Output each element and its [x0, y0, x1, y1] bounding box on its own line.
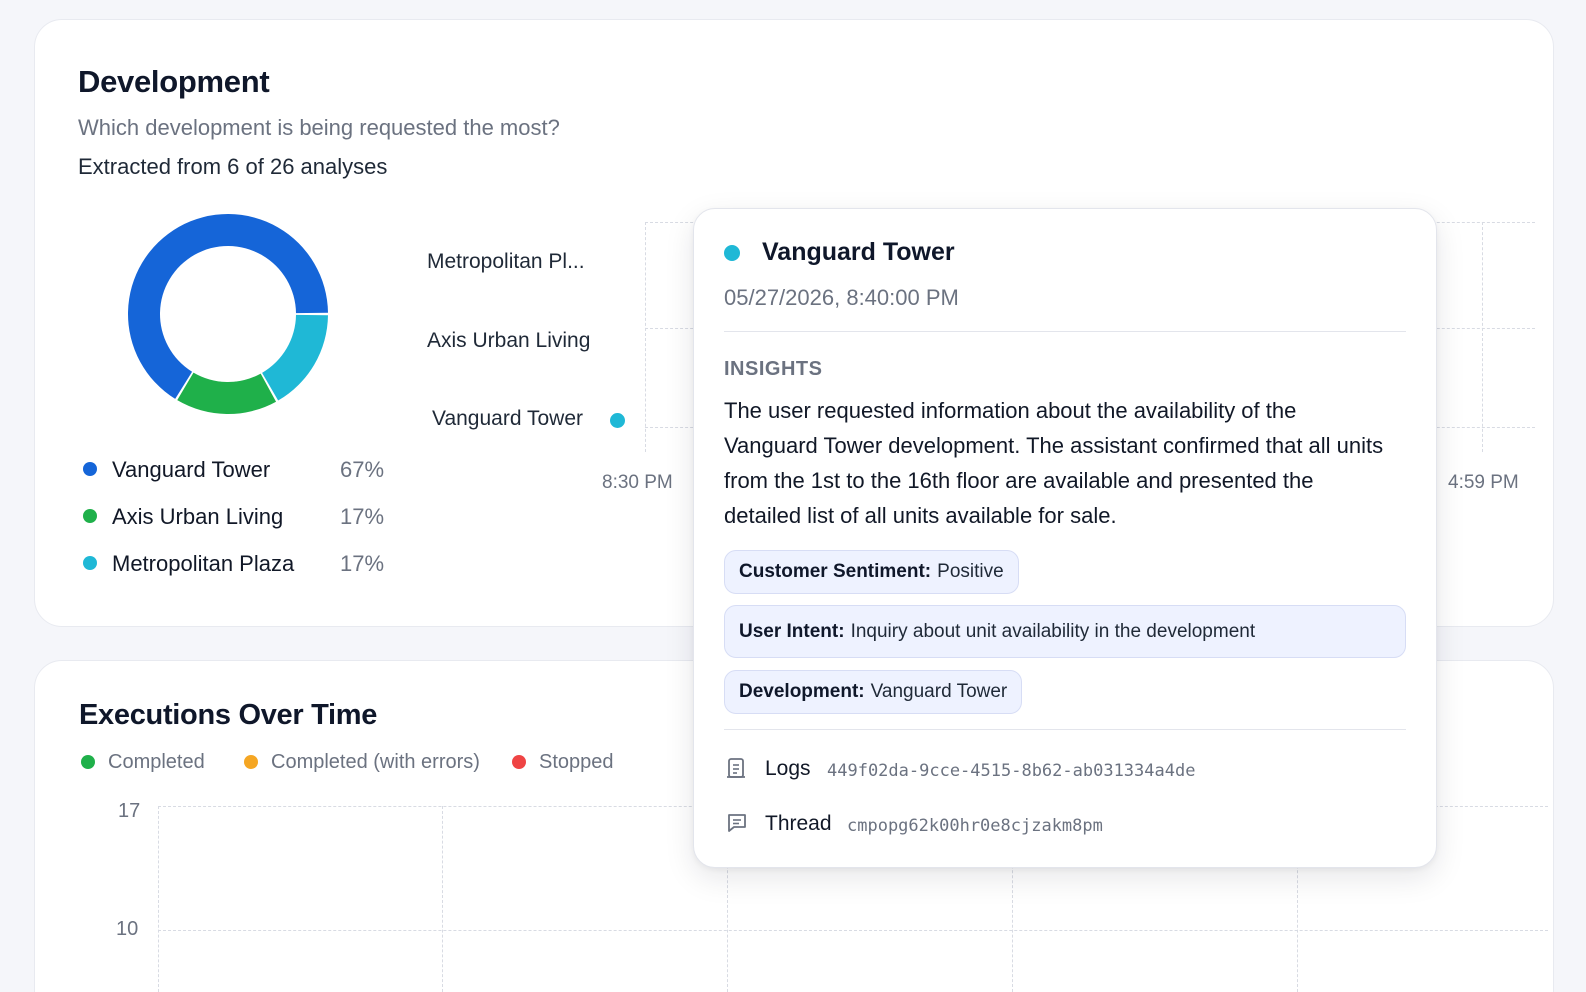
development-title: Development — [78, 64, 270, 99]
timeline-x-tick: 4:59 PM — [1448, 472, 1519, 493]
timeline-label-vanguard: Vanguard Tower — [432, 407, 583, 430]
chip-user-intent: User Intent: Inquiry about unit availabi… — [724, 605, 1406, 658]
timeline-label-metropolitan: Metropolitan Pl... — [427, 250, 585, 273]
tooltip-color-dot — [724, 245, 740, 261]
thread-id[interactable]: cmpopg62k00hr0e8cjzakm8pm — [847, 816, 1103, 836]
tooltip-divider — [724, 331, 1406, 332]
chip-value: Vanguard Tower — [870, 681, 1008, 702]
exec-legend-dot-stopped — [512, 755, 526, 769]
legend-pct-vanguard: 67% — [340, 457, 385, 482]
logs-label: Logs — [765, 757, 811, 780]
legend-dot-metropolitan — [83, 556, 97, 570]
timeline-label-axis: Axis Urban Living — [427, 329, 591, 352]
tooltip-section-insights: INSIGHTS — [724, 358, 823, 380]
tooltip-divider — [724, 729, 1406, 730]
chip-value: Inquiry about unit availability in the d… — [850, 620, 1256, 642]
development-subtitle: Which development is being requested the… — [78, 115, 560, 140]
tooltip-insight-text: The user requested information about the… — [724, 398, 1384, 528]
chip-development: Development: Vanguard Tower — [724, 670, 1023, 714]
donut-slice-axis[interactable] — [177, 372, 277, 414]
exec-grid-line — [442, 806, 443, 992]
tooltip-title: Vanguard Tower — [762, 238, 955, 266]
chip-value: Positive — [937, 561, 1004, 582]
vanguard-tooltip: Vanguard Tower 05/27/2026, 8:40:00 PM IN… — [693, 208, 1437, 868]
donut-slice-metropolitan[interactable] — [262, 314, 328, 401]
legend-pct-axis: 17% — [340, 504, 385, 529]
legend-name-metropolitan: Metropolitan Plaza — [112, 551, 295, 576]
legend-name-axis: Axis Urban Living — [112, 504, 284, 529]
legend-pct-metropolitan: 17% — [340, 551, 385, 576]
exec-legend-dot-completed — [81, 755, 95, 769]
legend-name-vanguard: Vanguard Tower — [112, 457, 271, 482]
timeline-grid-line — [645, 222, 646, 452]
timeline-x-tick: 8:30 PM — [602, 472, 673, 493]
exec-y-tick: 17 — [118, 800, 141, 822]
extracted-count: Extracted from 6 of 26 analyses — [78, 154, 388, 179]
timeline-point-vanguard[interactable] — [610, 413, 625, 428]
chip-customer-sentiment: Customer Sentiment: Positive — [724, 550, 1019, 594]
legend-dot-axis — [83, 509, 97, 523]
executions-title: Executions Over Time — [79, 699, 378, 731]
timeline-grid-line — [1482, 222, 1483, 452]
exec-legend-stopped[interactable]: Stopped — [539, 751, 614, 774]
chip-label: User Intent: — [739, 620, 845, 642]
exec-legend-dot-errors — [244, 755, 258, 769]
chip-label: Customer Sentiment: — [739, 561, 932, 582]
thread-label: Thread — [765, 812, 832, 835]
exec-grid-line — [158, 806, 159, 992]
exec-grid-line — [158, 930, 1548, 931]
exec-legend-completed[interactable]: Completed — [108, 751, 205, 774]
development-donut-chart — [128, 214, 328, 414]
thread-icon — [728, 814, 746, 832]
chip-label: Development: — [739, 681, 865, 702]
tooltip-date: 05/27/2026, 8:40:00 PM — [724, 285, 959, 310]
legend-dot-vanguard — [83, 462, 97, 476]
exec-y-tick: 10 — [116, 918, 139, 940]
logs-icon — [727, 758, 745, 778]
logs-id[interactable]: 449f02da-9cce-4515-8b62-ab031334a4de — [827, 761, 1195, 781]
exec-legend-errors[interactable]: Completed (with errors) — [271, 751, 480, 774]
